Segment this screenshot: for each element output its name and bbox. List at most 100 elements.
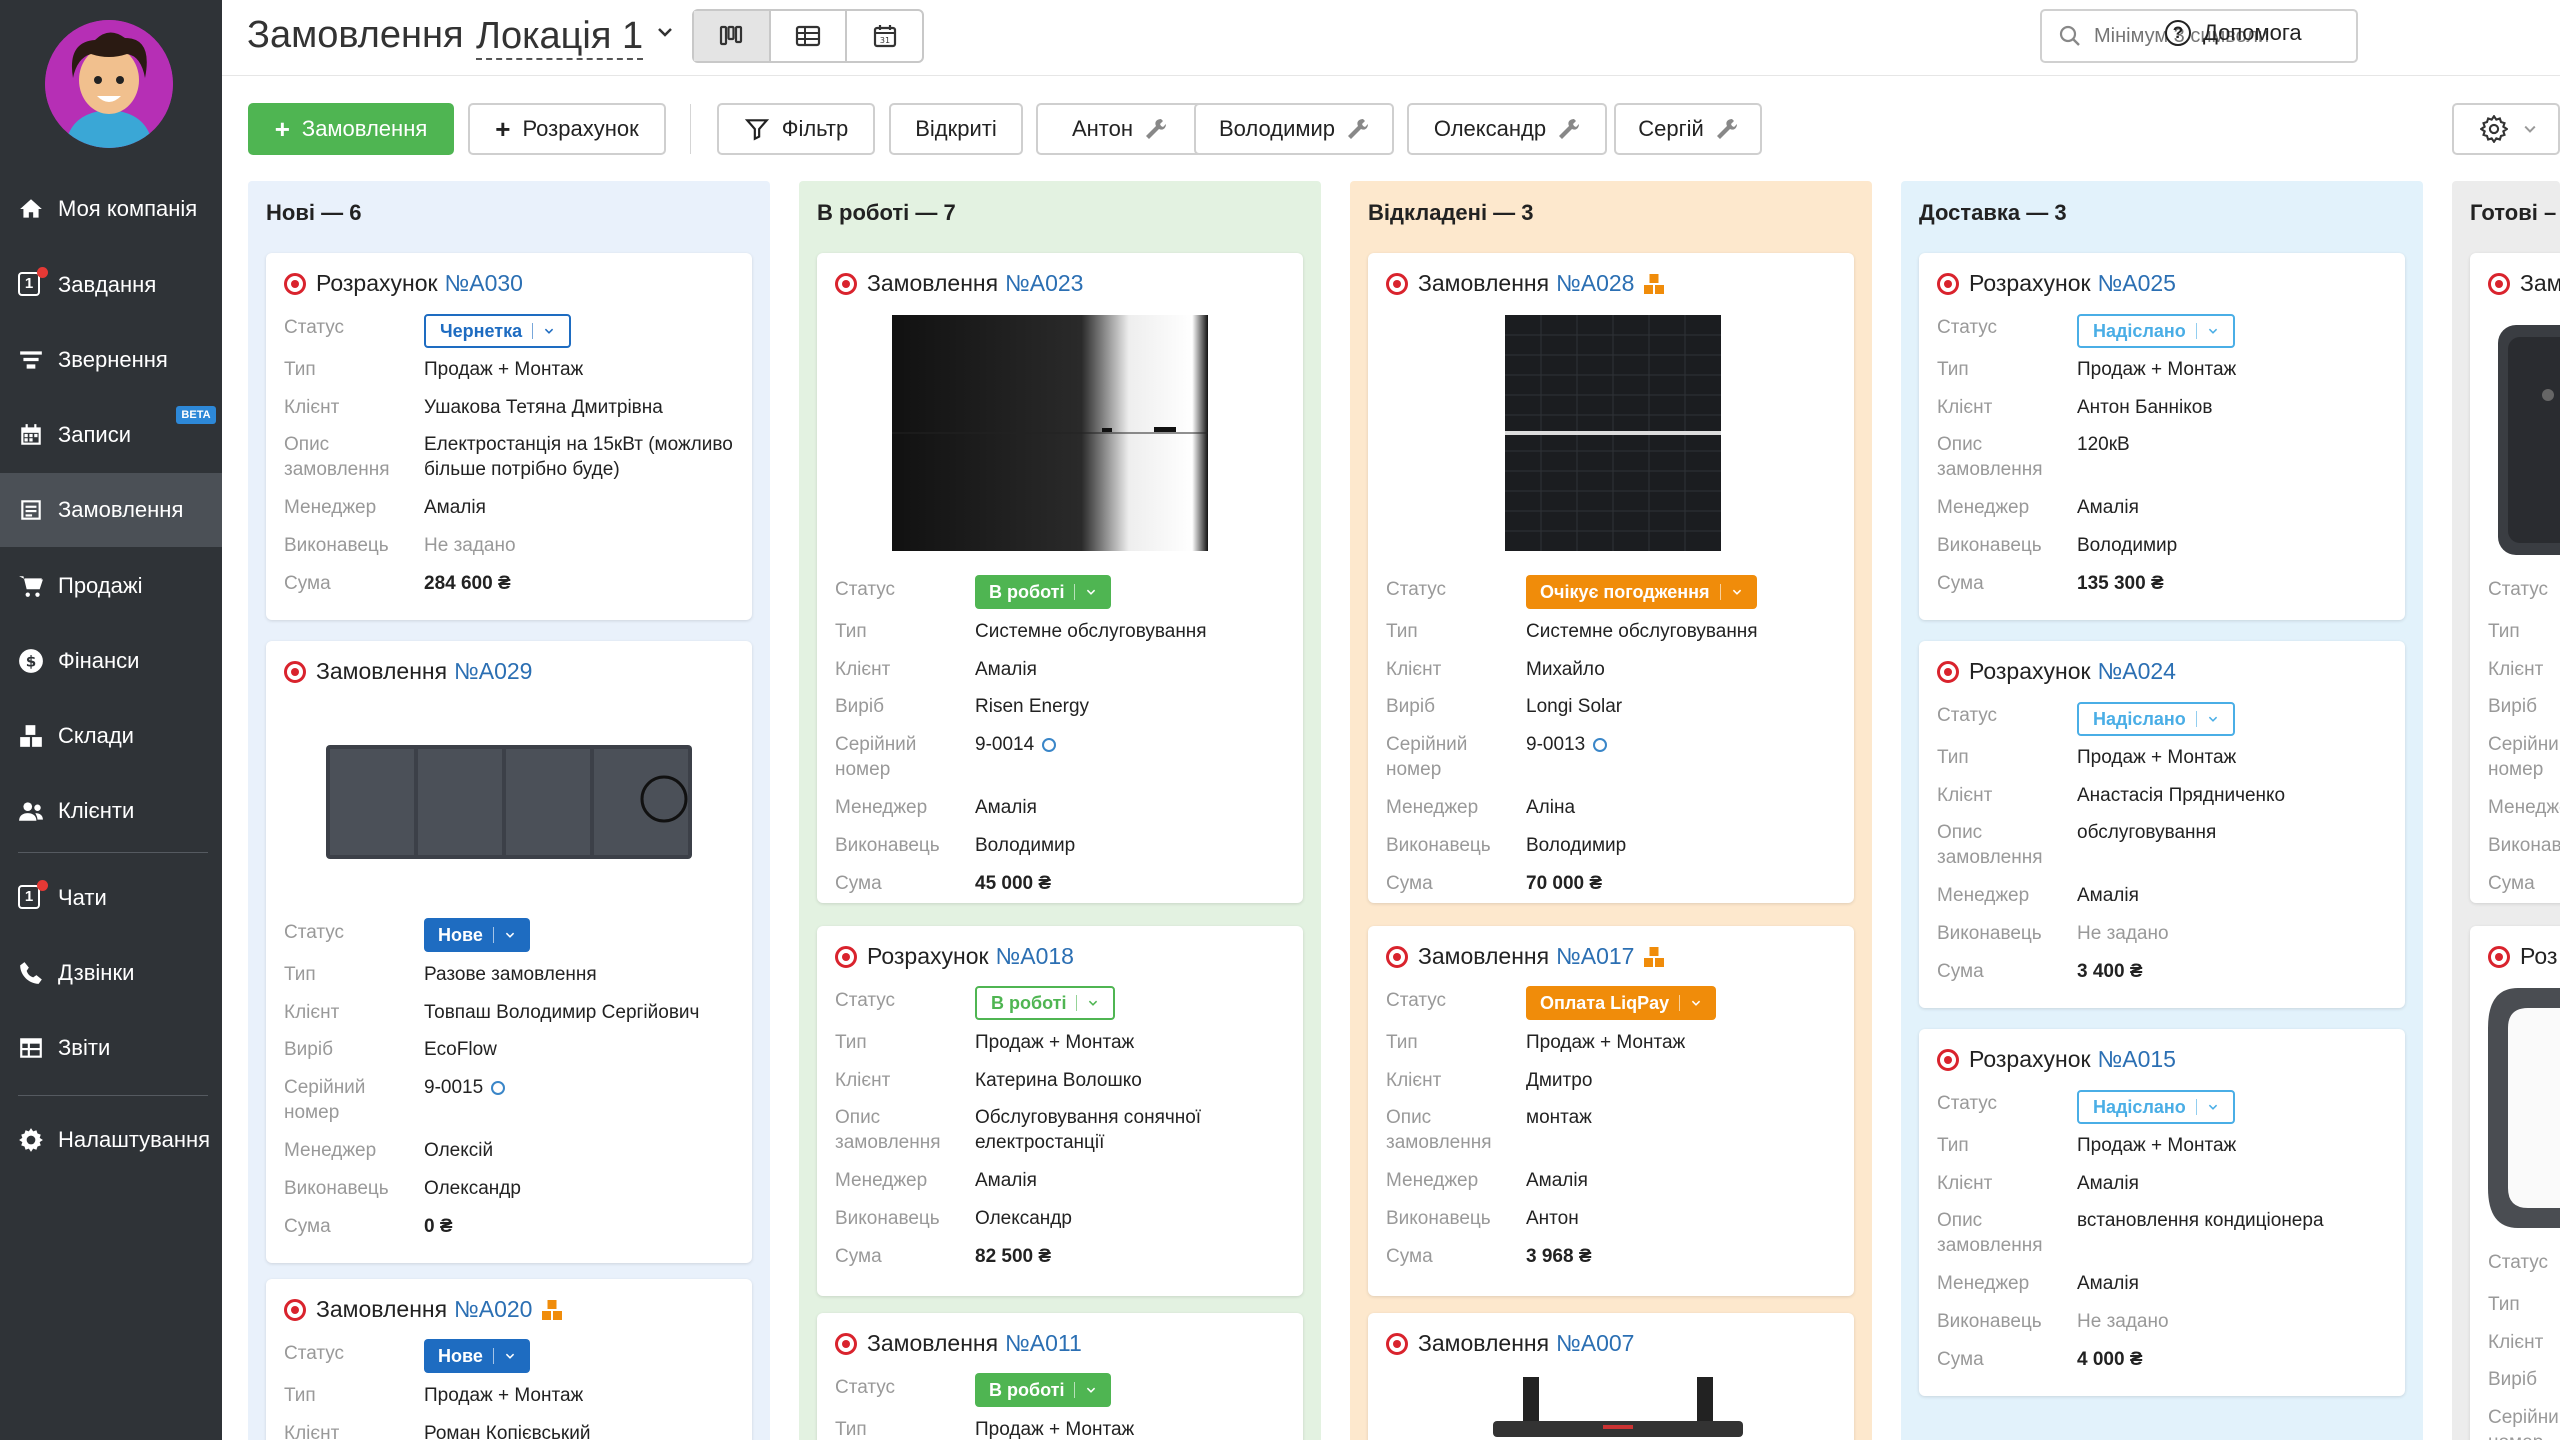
field-label: Статус: [284, 317, 345, 338]
field-value: Системне обслуговування: [975, 621, 1207, 642]
link-icon[interactable]: [1593, 737, 1608, 752]
record-icon: [1386, 272, 1408, 295]
status-dropdown[interactable]: Нове: [424, 1339, 530, 1373]
field-value: 9-0013: [1526, 732, 1608, 782]
order-card-a011[interactable]: Замовлення №A011 Статус В роботі Тип Прод…: [817, 1313, 1303, 1440]
order-card-a024[interactable]: Розрахунок №A024 Статус Надіслано Тип Про…: [1919, 641, 2405, 1008]
sidebar-item-settings[interactable]: Налаштування: [0, 1103, 222, 1177]
card-number-link[interactable]: №A007: [1556, 1330, 1634, 1357]
status-dropdown[interactable]: Очікує погодження: [1526, 575, 1757, 609]
field-value: Олександр: [975, 1208, 1072, 1229]
field-label: Клієнт: [1937, 1173, 1993, 1194]
card-number-link[interactable]: №A028: [1556, 270, 1634, 297]
tasks-badge-icon: 1: [18, 267, 48, 298]
order-card-a007[interactable]: Замовлення №A007: [1368, 1313, 1854, 1440]
order-card-a017[interactable]: Замовлення №A017 Статус Оплата LiqPay Ти…: [1368, 926, 1854, 1296]
person-filter-oleksandr[interactable]: Олександр: [1407, 103, 1607, 155]
order-card-a030[interactable]: Розрахунок №A030 Статус Чернетка Тип Прод…: [266, 253, 752, 620]
order-card-a023[interactable]: Замовлення №A023 Статус В роботі Тип Сист…: [817, 253, 1303, 903]
status-dropdown[interactable]: В роботі: [975, 1373, 1112, 1407]
sidebar-item-calls[interactable]: Дзвінки: [0, 936, 222, 1010]
card-number-link[interactable]: №A024: [2098, 658, 2176, 685]
filter-button[interactable]: Фільтр: [717, 103, 875, 155]
status-dropdown[interactable]: Чернетка: [424, 314, 572, 348]
sidebar-item-warehouses[interactable]: Склади: [0, 699, 222, 773]
status-dropdown[interactable]: Надіслано: [2077, 1090, 2235, 1124]
order-card-a015[interactable]: Розрахунок №A015 Статус Надіслано Тип Про…: [1919, 1029, 2405, 1396]
field-value: Амалія: [975, 1170, 1037, 1191]
order-card-done-1[interactable]: Зам Статус Тип Клієнт Виріб Серійний ном…: [2470, 253, 2560, 903]
help-link[interactable]: ? Допомога: [2165, 20, 2302, 46]
status-dropdown[interactable]: В роботі: [975, 986, 1116, 1020]
calendar-view-button[interactable]: 31: [847, 11, 922, 61]
order-card-a025[interactable]: Розрахунок №A025 Статус Надіслано Тип Про…: [1919, 253, 2405, 620]
card-header: Розрахунок №A025: [1937, 270, 2176, 297]
card-number-link[interactable]: №A015: [2098, 1046, 2176, 1073]
field-label: Менеджер: [2488, 797, 2560, 818]
sidebar-item-sales[interactable]: Продажі: [0, 549, 222, 623]
field-label: Серійний номер: [2488, 1407, 2560, 1440]
field-label: Виконавець: [1386, 1208, 1491, 1229]
field-value: Амалія: [975, 659, 1037, 680]
add-estimate-button[interactable]: + Розрахунок: [468, 103, 666, 155]
add-order-button[interactable]: + Замовлення: [248, 103, 454, 155]
home-icon: [18, 196, 44, 222]
record-icon: [835, 1332, 857, 1355]
kanban-view-button[interactable]: [694, 11, 771, 61]
board-settings-button[interactable]: [2452, 103, 2560, 155]
sidebar-item-reports[interactable]: Звіти: [0, 1011, 222, 1085]
order-card-a020[interactable]: Замовлення №A020 Статус Нове Тип Продаж +…: [266, 1279, 752, 1440]
sidebar-item-requests[interactable]: Звернення: [0, 323, 222, 397]
table-view-button[interactable]: [771, 11, 848, 61]
sidebar-item-chats[interactable]: 1 Чати: [0, 861, 222, 935]
filter-label: Фільтр: [781, 116, 849, 141]
record-icon: [1386, 1332, 1408, 1355]
link-icon[interactable]: [1042, 737, 1057, 752]
open-filter-button[interactable]: Відкриті: [889, 103, 1023, 155]
sidebar-item-company[interactable]: Моя компанія: [0, 172, 222, 246]
gear-icon: [2480, 115, 2508, 143]
field-label: Тип: [1937, 1135, 1969, 1156]
field-label: Менеджер: [1937, 497, 2030, 518]
status-dropdown[interactable]: Надіслано: [2077, 702, 2235, 736]
order-card-a018[interactable]: Розрахунок №A018 Статус В роботі Тип Прод…: [817, 926, 1303, 1296]
status-dropdown[interactable]: В роботі: [975, 575, 1112, 609]
chevron-down-icon: [1087, 1387, 1096, 1393]
field-value: Амалія: [2077, 885, 2139, 906]
card-number-link[interactable]: №A023: [1005, 270, 1083, 297]
field-value: Продаж + Монтаж: [2077, 747, 2237, 768]
order-card-done-2[interactable]: Роз Статус Тип Клієнт Виріб Серійний ном…: [2470, 926, 2560, 1440]
card-number-link[interactable]: №A030: [445, 270, 523, 297]
status-dropdown[interactable]: Надіслано: [2077, 314, 2235, 348]
order-card-a028[interactable]: Замовлення №A028 Статус Очікує погодженн…: [1368, 253, 1854, 903]
card-number-link[interactable]: №A017: [1556, 943, 1634, 970]
field-value: Не задано: [424, 535, 516, 556]
order-card-a029[interactable]: Замовлення №A029 Статус Нове Тип Разове з…: [266, 641, 752, 1263]
field-value: монтаж: [1526, 1107, 1592, 1128]
field-value: Продаж + Монтаж: [2077, 1135, 2237, 1156]
cart-icon: [18, 573, 44, 599]
sidebar-item-clients[interactable]: Клієнти: [0, 774, 222, 848]
card-number-link[interactable]: №A020: [454, 1296, 532, 1323]
field-value: Амалія: [2077, 497, 2139, 518]
field-value: Risen Energy: [975, 696, 1090, 717]
sidebar-item-tasks[interactable]: 1 Завдання: [0, 248, 222, 322]
person-filter-serhii[interactable]: Сергій: [1614, 103, 1762, 155]
field-value: Продаж + Монтаж: [975, 1032, 1135, 1053]
chevron-down-icon[interactable]: [655, 22, 675, 42]
link-icon[interactable]: [491, 1080, 506, 1095]
card-number-link[interactable]: №A025: [2098, 270, 2176, 297]
user-avatar[interactable]: [45, 20, 173, 148]
person-filter-anton[interactable]: Антон: [1036, 103, 1203, 155]
card-number-link[interactable]: №A011: [1005, 1330, 1082, 1357]
sidebar-item-orders[interactable]: Замовлення: [0, 473, 222, 547]
sidebar-item-records[interactable]: Записи BETA: [0, 398, 222, 472]
location-selector[interactable]: Локація 1: [476, 14, 644, 60]
person-filter-volodymyr[interactable]: Володимир: [1194, 103, 1394, 155]
card-number-link[interactable]: №A029: [454, 658, 532, 685]
status-dropdown[interactable]: Нове: [424, 918, 530, 952]
card-number-link[interactable]: №A018: [996, 943, 1074, 970]
field-label: Сума: [1937, 573, 1984, 594]
sidebar-item-finance[interactable]: $ Фінанси: [0, 624, 222, 698]
status-dropdown[interactable]: Оплата LiqPay: [1526, 986, 1717, 1020]
